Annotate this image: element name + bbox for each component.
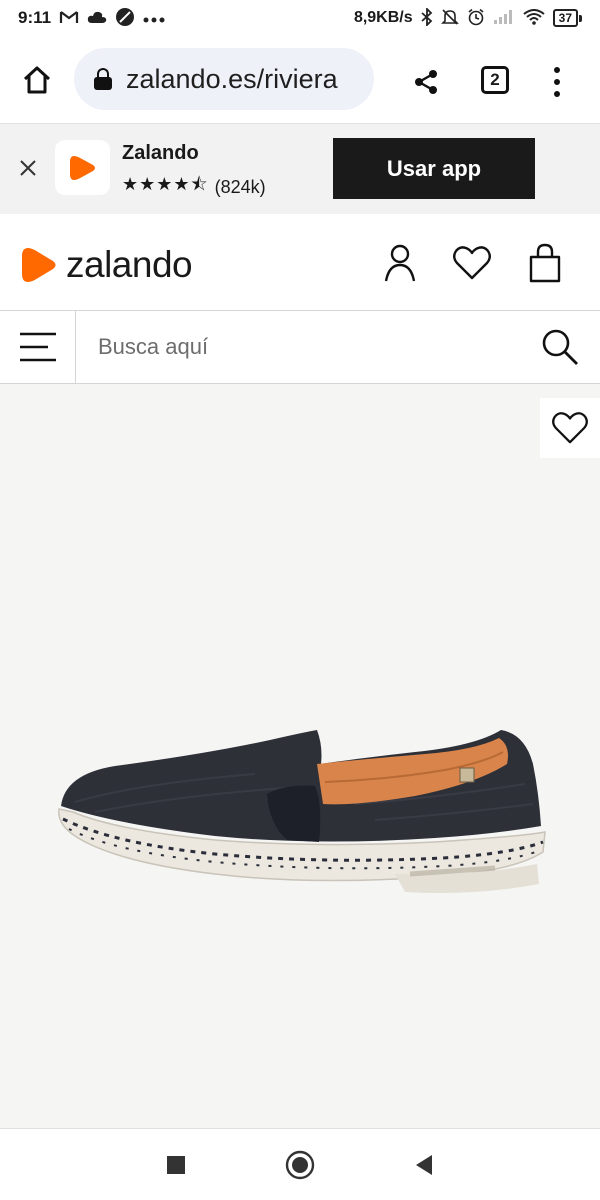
use-app-button[interactable]: Usar app	[333, 138, 535, 199]
gmail-icon	[59, 9, 79, 28]
zalando-logo-icon	[69, 155, 95, 180]
heart-icon	[453, 246, 491, 280]
site-header: zalando	[0, 214, 600, 310]
heart-icon	[552, 412, 588, 444]
bluetooth-icon	[421, 6, 433, 29]
product-image-area[interactable]	[0, 384, 600, 1128]
app-install-banner: Zalando ★★★★⯪ (824k) Usar app	[0, 124, 600, 214]
menu-button[interactable]	[0, 311, 76, 383]
app-rating: ★★★★⯪ (824k)	[122, 172, 266, 202]
vpn-icon	[115, 7, 135, 30]
share-button[interactable]	[404, 60, 448, 104]
account-button[interactable]	[380, 242, 420, 284]
cart-button[interactable]	[525, 242, 565, 284]
search-button[interactable]	[520, 311, 600, 383]
shopping-bag-icon	[529, 243, 561, 283]
battery-level: 37	[552, 9, 578, 27]
triangle-back-icon	[416, 1155, 432, 1175]
rating-stars: ★★★★⯪	[122, 174, 209, 194]
add-to-wishlist-button[interactable]	[540, 398, 600, 458]
share-icon	[415, 70, 437, 94]
close-banner-button[interactable]	[14, 154, 42, 182]
url-text: zalando.es/riviera	[126, 63, 338, 94]
overflow-menu-button[interactable]	[546, 58, 568, 106]
search-input[interactable]	[76, 311, 520, 383]
circle-home-icon	[285, 1150, 315, 1180]
user-icon	[384, 244, 416, 282]
product-shoe-image	[58, 730, 546, 893]
wishlist-button[interactable]	[452, 242, 492, 284]
more-notifications-icon	[143, 11, 165, 26]
browser-toolbar: zalando.es/riviera 2	[0, 36, 600, 124]
home-system-button[interactable]	[284, 1149, 316, 1181]
status-bar: 9:11 8,9KB/s 37	[0, 0, 600, 36]
status-time: 9:11	[18, 8, 52, 27]
signal-icon	[493, 9, 515, 28]
hamburger-menu-icon	[19, 332, 56, 362]
app-name: Zalando	[122, 142, 199, 164]
zalando-logo[interactable]: zalando	[20, 244, 193, 286]
home-icon	[23, 66, 51, 93]
wifi-icon	[523, 8, 545, 28]
recents-button[interactable]	[160, 1149, 192, 1181]
app-icon	[55, 140, 110, 195]
logo-text: zalando	[66, 244, 193, 285]
address-bar[interactable]: zalando.es/riviera	[74, 48, 374, 110]
alarm-icon	[467, 8, 485, 29]
lock-icon	[94, 68, 112, 90]
zalando-logo-icon	[22, 248, 56, 282]
search-icon	[542, 329, 578, 365]
close-icon	[20, 160, 36, 176]
battery-icon: 37	[552, 9, 582, 27]
square-recents-icon	[167, 1156, 185, 1174]
back-button[interactable]	[408, 1149, 440, 1181]
mute-icon	[440, 8, 459, 29]
network-speed: 8,9KB/s	[353, 9, 413, 26]
system-nav-bar	[0, 1128, 600, 1200]
cloud-icon	[87, 10, 107, 27]
search-row	[0, 310, 600, 384]
tab-switcher-button[interactable]: 2	[481, 66, 509, 94]
rating-count: (824k)	[214, 176, 266, 197]
home-button[interactable]	[0, 36, 74, 124]
